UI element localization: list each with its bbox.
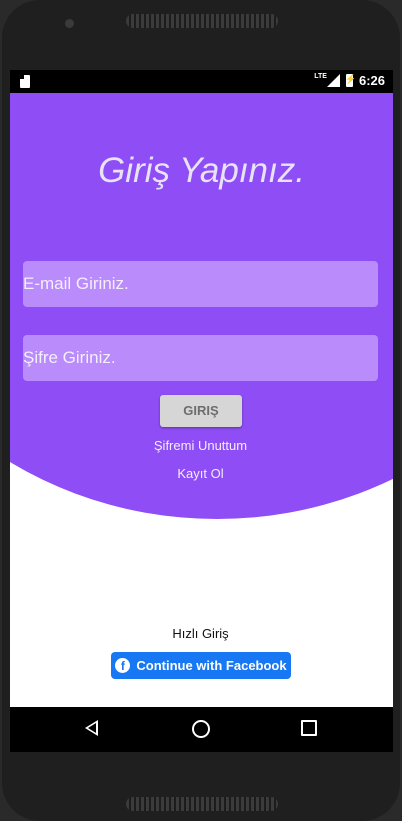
facebook-button-label: Continue with Facebook bbox=[136, 658, 287, 673]
login-button[interactable]: GIRIŞ bbox=[160, 395, 242, 427]
network-type: LTE bbox=[314, 73, 327, 80]
app-content: Giriş Yapınız. E-mail Giriniz. Şifre Gir… bbox=[10, 93, 393, 707]
sim-card-icon bbox=[20, 75, 30, 88]
quick-login-label: Hızlı Giriş bbox=[172, 626, 229, 641]
register-link[interactable]: Kayıt Ol bbox=[10, 466, 391, 481]
home-icon[interactable] bbox=[192, 720, 210, 738]
status-icons: LTE 6:26 bbox=[314, 73, 385, 88]
signal-icon bbox=[326, 74, 340, 87]
top-speaker bbox=[126, 14, 278, 28]
email-field[interactable]: E-mail Giriniz. bbox=[23, 261, 378, 307]
page-title: Giriş Yapınız. bbox=[98, 151, 305, 190]
password-field[interactable]: Şifre Giriniz. bbox=[23, 335, 378, 381]
facebook-login-button[interactable]: f Continue with Facebook bbox=[111, 652, 291, 679]
screen: LTE 6:26 Giriş Yapınız. E-mail Giriniz. … bbox=[10, 70, 393, 752]
navigation-bar bbox=[10, 707, 393, 752]
facebook-icon: f bbox=[115, 658, 131, 673]
back-icon[interactable] bbox=[85, 720, 98, 736]
forgot-password-link[interactable]: Şifremi Unuttum bbox=[10, 438, 391, 453]
recents-icon[interactable] bbox=[301, 720, 317, 736]
phone-frame: LTE 6:26 Giriş Yapınız. E-mail Giriniz. … bbox=[0, 0, 402, 821]
bottom-speaker bbox=[126, 797, 278, 811]
clock: 6:26 bbox=[358, 73, 385, 88]
front-camera bbox=[65, 19, 74, 28]
battery-icon bbox=[345, 74, 356, 87]
status-bar: LTE 6:26 bbox=[10, 70, 393, 93]
